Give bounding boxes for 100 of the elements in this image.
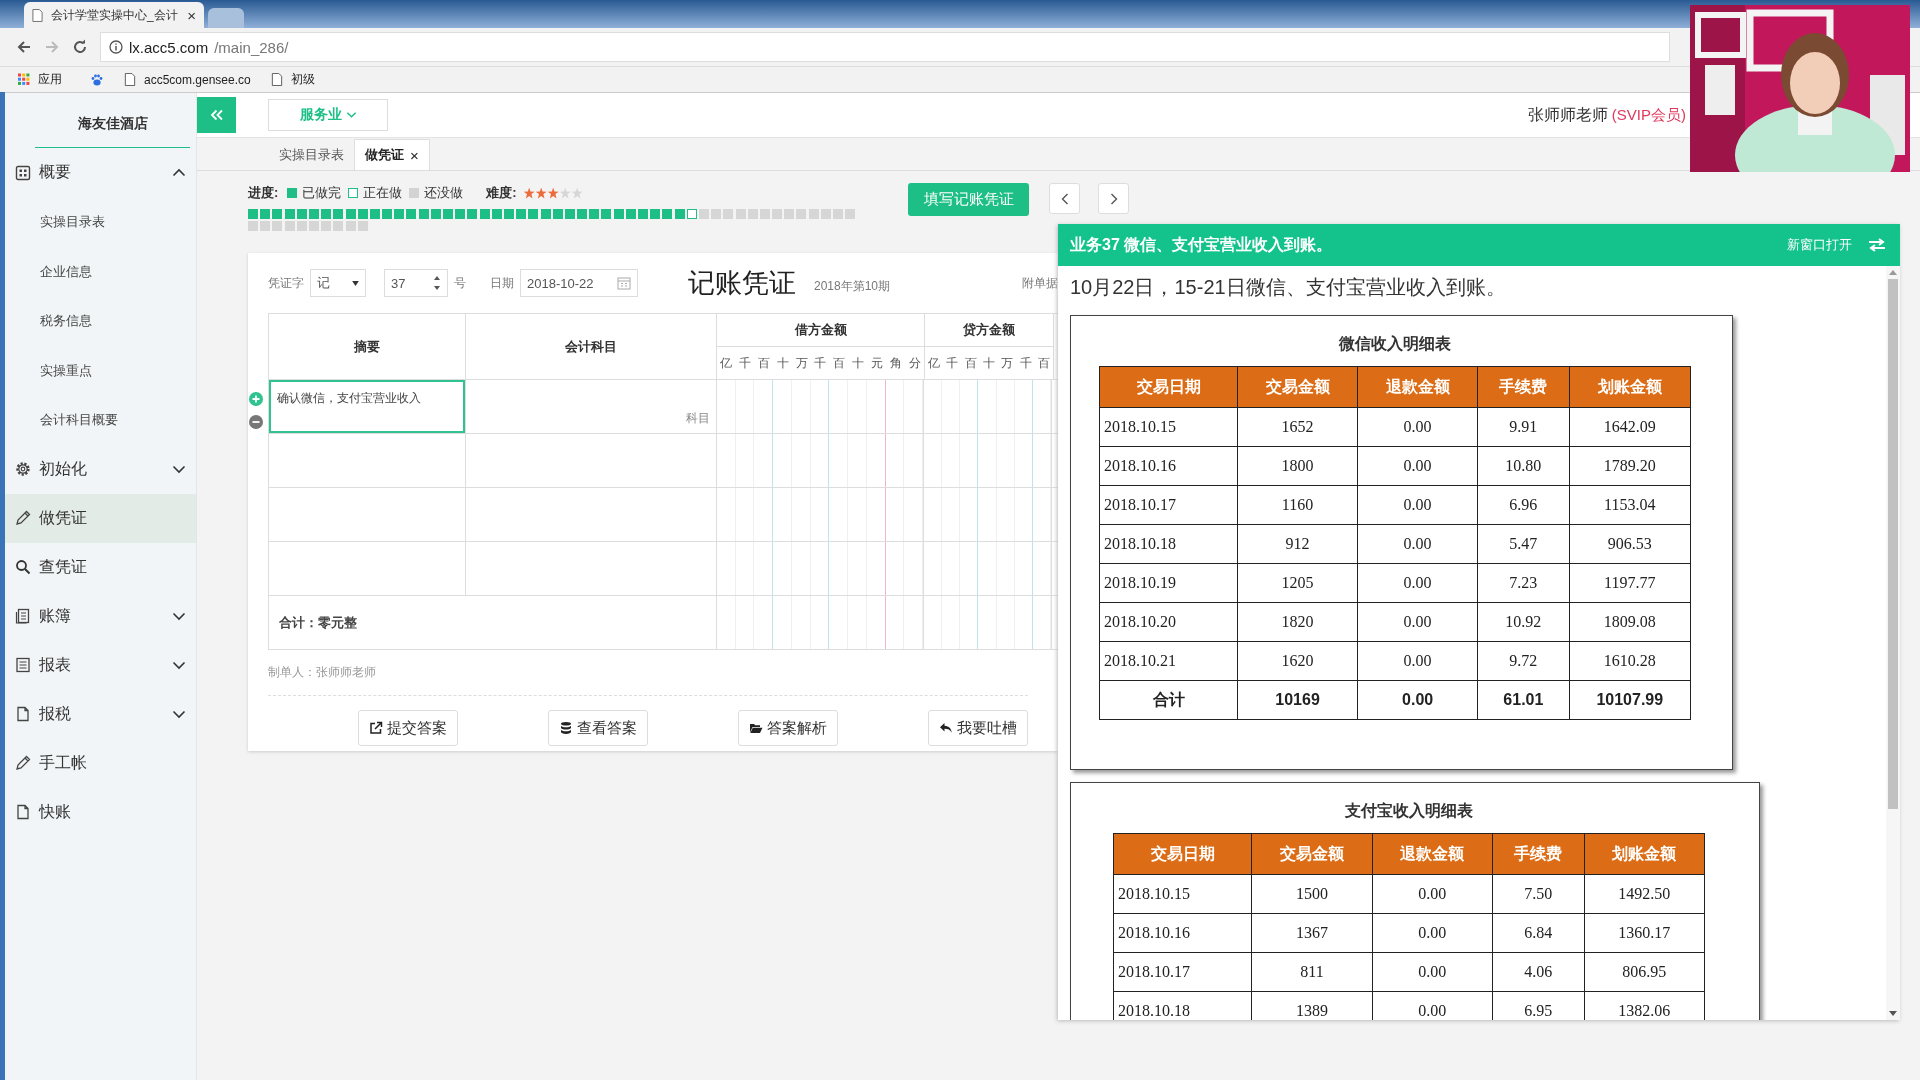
progress-step[interactable]: [357, 209, 368, 219]
scroll-down-icon[interactable]: [1889, 1011, 1897, 1016]
address-field[interactable]: lx.acc5.com /main_286/: [100, 32, 1670, 62]
bookmark-link[interactable]: 初级: [290, 71, 315, 88]
progress-step[interactable]: [272, 221, 283, 232]
progress-step[interactable]: [284, 221, 295, 232]
progress-step[interactable]: [345, 221, 356, 232]
progress-step[interactable]: [796, 209, 807, 219]
paw-icon[interactable]: [90, 72, 104, 87]
add-row-icon[interactable]: [249, 392, 263, 407]
progress-step[interactable]: [369, 209, 380, 219]
progress-step[interactable]: [296, 221, 307, 232]
progress-step[interactable]: [820, 209, 831, 219]
progress-step[interactable]: [613, 209, 624, 219]
chevron-down-icon[interactable]: [172, 660, 186, 670]
progress-step[interactable]: [321, 209, 332, 219]
progress-step[interactable]: [674, 209, 685, 219]
action-button[interactable]: 查看答案: [548, 710, 648, 747]
browser-tab[interactable]: 会计学堂实操中心_会计 ×: [24, 2, 204, 28]
progress-step[interactable]: [516, 209, 527, 219]
action-button[interactable]: 答案解析: [738, 710, 838, 747]
collapse-button[interactable]: [197, 97, 236, 133]
sidebar-subitem[interactable]: 会计科目概要: [5, 395, 196, 445]
progress-step[interactable]: [552, 209, 563, 219]
sidebar-item[interactable]: 做凭证: [5, 493, 196, 543]
sidebar-item[interactable]: 报表: [5, 640, 196, 690]
close-tab-button[interactable]: ×: [187, 6, 196, 24]
progress-step[interactable]: [662, 209, 673, 219]
page-tab[interactable]: 做凭证 ×: [354, 139, 430, 170]
chevron-down-icon[interactable]: [172, 464, 186, 474]
sidebar-item[interactable]: 报税: [5, 689, 196, 739]
progress-step[interactable]: [698, 209, 709, 219]
sidebar-subitem[interactable]: 实操重点: [5, 345, 196, 395]
progress-step[interactable]: [467, 209, 478, 219]
progress-step[interactable]: [845, 209, 856, 219]
progress-step[interactable]: [589, 209, 600, 219]
sidebar-item[interactable]: 手工帐: [5, 738, 196, 788]
progress-step[interactable]: [308, 221, 319, 232]
progress-step[interactable]: [601, 209, 612, 219]
progress-step[interactable]: [296, 209, 307, 219]
progress-step[interactable]: [686, 209, 697, 219]
swap-icon[interactable]: [1868, 238, 1886, 252]
progress-step[interactable]: [357, 221, 368, 232]
chevron-down-icon[interactable]: [172, 611, 186, 621]
bookmark-link[interactable]: 应用: [38, 71, 62, 88]
back-icon[interactable]: [16, 39, 32, 55]
sidebar-item[interactable]: 概要: [5, 148, 196, 197]
progress-step[interactable]: [479, 209, 490, 219]
progress-step[interactable]: [455, 209, 466, 219]
sidebar-subitem[interactable]: 企业信息: [5, 246, 196, 296]
progress-step[interactable]: [406, 209, 417, 219]
action-button[interactable]: 提交答案: [358, 710, 458, 747]
remove-row-icon[interactable]: [249, 415, 263, 430]
account-field[interactable]: 科目: [466, 380, 717, 434]
progress-step[interactable]: [503, 209, 514, 219]
summary-field[interactable]: 确认微信，支付宝营业收入: [269, 380, 465, 434]
progress-step[interactable]: [333, 209, 344, 219]
progress-step[interactable]: [625, 209, 636, 219]
bookmark-link[interactable]: acc5com.gensee.co: [144, 72, 251, 87]
voucher-type-select[interactable]: 记: [310, 269, 366, 298]
voucher-number-field[interactable]: 37: [384, 269, 448, 298]
progress-step[interactable]: [491, 209, 502, 219]
forward-icon[interactable]: [44, 39, 60, 55]
progress-step[interactable]: [418, 209, 429, 219]
progress-step[interactable]: [430, 209, 441, 219]
progress-step[interactable]: [308, 209, 319, 219]
close-tab-button[interactable]: ×: [410, 146, 419, 164]
next-button[interactable]: [1098, 183, 1129, 214]
new-tab-button[interactable]: [208, 8, 244, 28]
scroll-up-icon[interactable]: [1889, 270, 1897, 275]
progress-step[interactable]: [735, 209, 746, 219]
progress-step[interactable]: [772, 209, 783, 219]
progress-step[interactable]: [260, 221, 271, 232]
sidebar-item[interactable]: 查凭证: [5, 542, 196, 592]
progress-step[interactable]: [248, 221, 258, 232]
progress-step[interactable]: [747, 209, 758, 219]
progress-step[interactable]: [345, 209, 356, 219]
scrollbar[interactable]: [1886, 266, 1900, 1020]
page-tab[interactable]: 实操目录表: [269, 140, 354, 170]
sidebar-item[interactable]: 账簿: [5, 591, 196, 641]
progress-step[interactable]: [711, 209, 722, 219]
progress-step[interactable]: [540, 209, 551, 219]
progress-step[interactable]: [528, 209, 539, 219]
sidebar-subitem[interactable]: 税务信息: [5, 296, 196, 346]
progress-step[interactable]: [284, 209, 295, 219]
progress-step[interactable]: [272, 209, 283, 219]
progress-step[interactable]: [577, 209, 588, 219]
chevron-down-icon[interactable]: [172, 709, 186, 719]
progress-step[interactable]: [650, 209, 661, 219]
sidebar-item[interactable]: 初始化: [5, 444, 196, 494]
progress-step[interactable]: [333, 221, 344, 232]
action-button[interactable]: 我要吐槽: [928, 710, 1028, 747]
chevron-up-icon[interactable]: [172, 168, 186, 177]
progress-step[interactable]: [382, 209, 393, 219]
progress-step[interactable]: [759, 209, 770, 219]
progress-step[interactable]: [784, 209, 795, 219]
progress-step[interactable]: [260, 209, 271, 219]
progress-step[interactable]: [723, 209, 734, 219]
reload-icon[interactable]: [72, 39, 88, 55]
progress-step[interactable]: [808, 209, 819, 219]
